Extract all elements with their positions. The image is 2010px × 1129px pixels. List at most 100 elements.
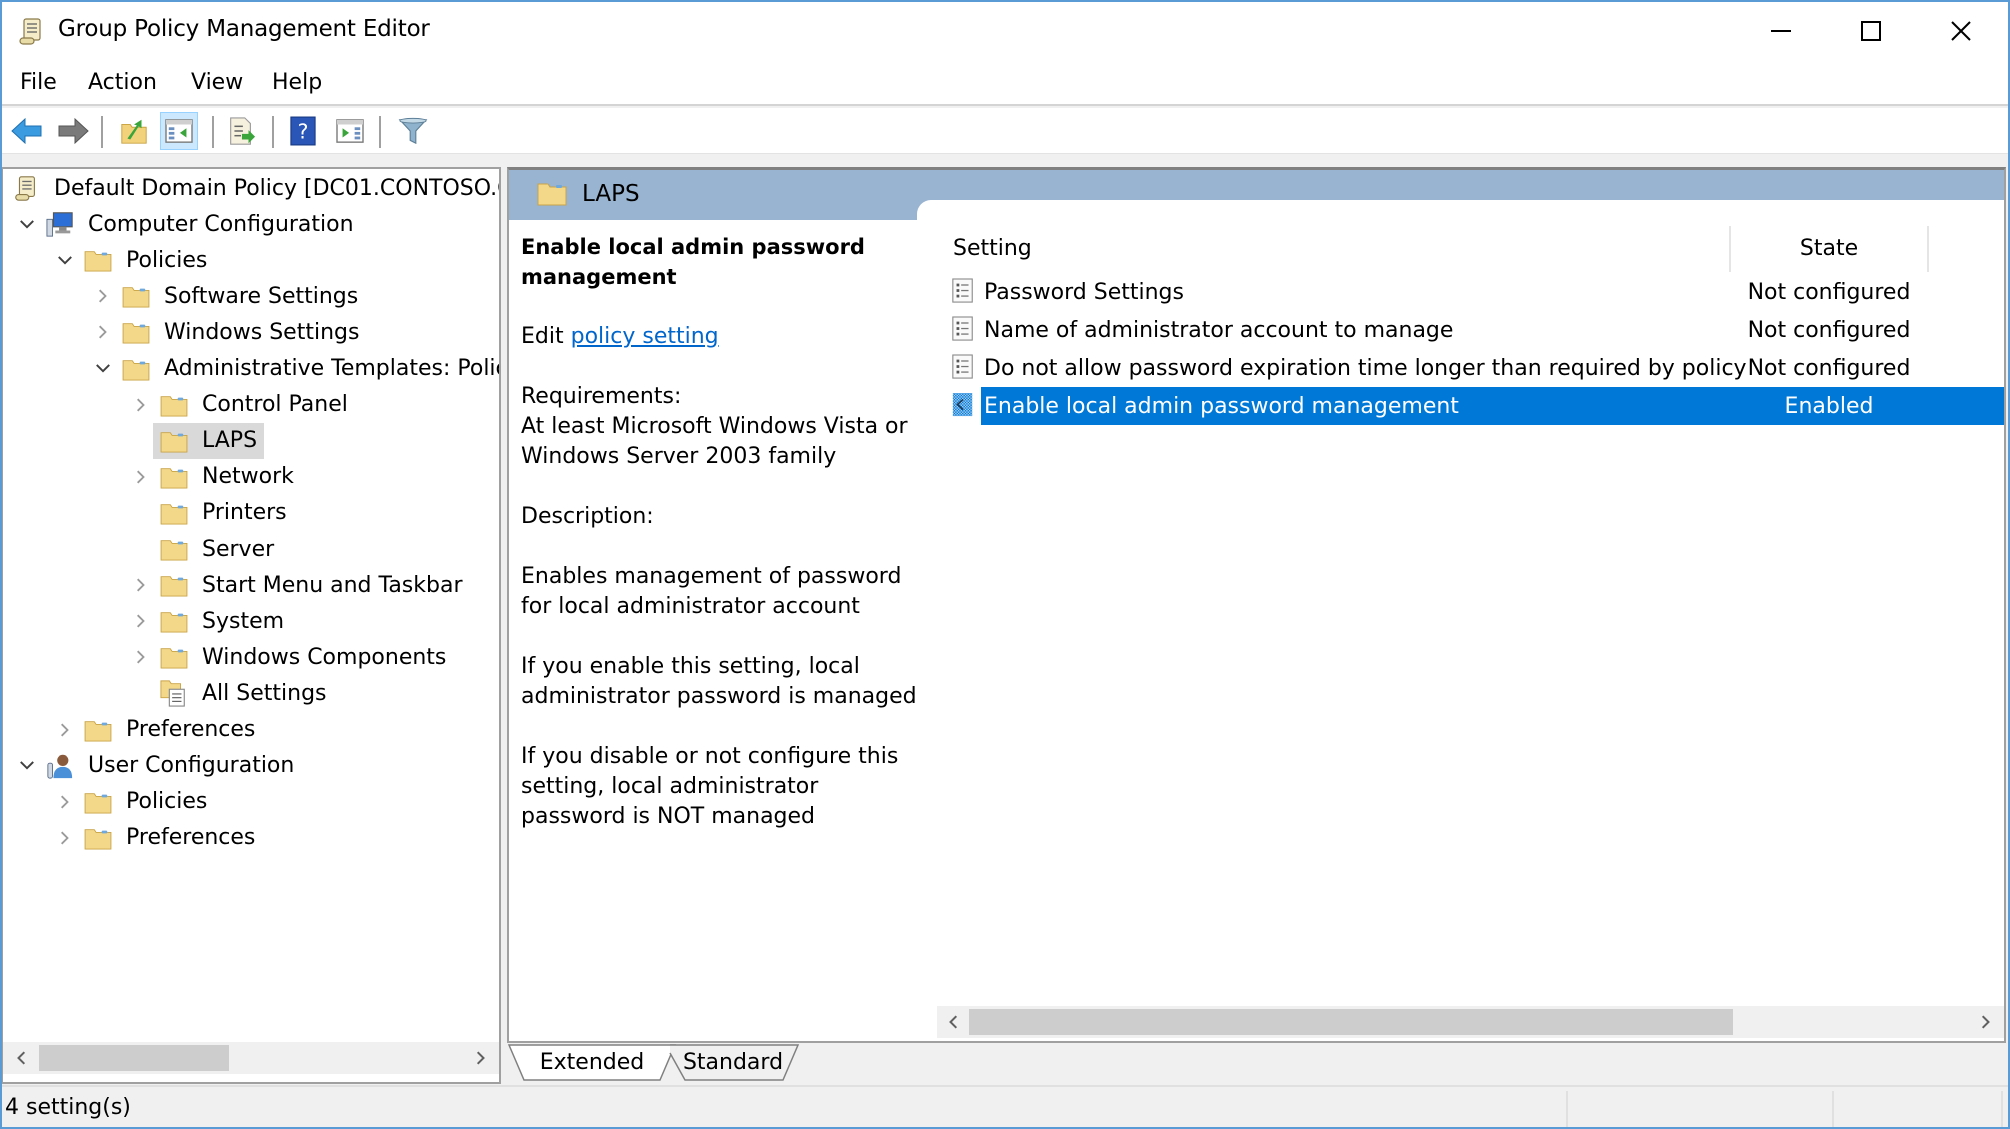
folder-icon: [159, 534, 189, 564]
tree-item-content[interactable]: Administrative Templates: Polic: [115, 351, 499, 387]
tree-item[interactable]: Computer Configuration: [15, 206, 361, 242]
chevron-down-icon[interactable]: [91, 351, 115, 387]
tab-extended[interactable]: Extended: [527, 1045, 657, 1079]
tree-item[interactable]: Control Panel: [129, 387, 355, 423]
tree-item-content[interactable]: Windows Settings: [115, 314, 366, 350]
scroll-left-button[interactable]: [937, 1006, 969, 1038]
chevron-right-icon[interactable]: [129, 567, 153, 603]
show-hide-action-pane-button[interactable]: [331, 112, 369, 150]
scroll-thumb[interactable]: [39, 1045, 229, 1071]
settings-list-row[interactable]: Password Settings Not configured: [943, 273, 2004, 311]
column-separator[interactable]: [1927, 226, 1929, 272]
tree-item[interactable]: LAPS: [129, 422, 265, 459]
requirements: Requirements: At least Microsoft Windows…: [521, 382, 921, 472]
menu-action[interactable]: Action: [86, 68, 159, 97]
tree-item-content[interactable]: Printers: [153, 495, 294, 531]
tree-item-label: Preferences: [126, 717, 256, 742]
export-list-icon: [230, 117, 256, 145]
chevron-right-icon[interactable]: [53, 784, 77, 820]
forward-button[interactable]: [54, 112, 92, 150]
tree-item[interactable]: Policies: [53, 242, 214, 278]
tree-item[interactable]: Preferences: [53, 712, 262, 748]
menu-file[interactable]: File: [18, 68, 59, 97]
export-list-button[interactable]: [222, 112, 260, 150]
tree-item-content[interactable]: Windows Components: [153, 639, 453, 675]
scroll-left-button[interactable]: [5, 1042, 37, 1074]
tree-item-content[interactable]: Server: [153, 531, 281, 567]
minimize-button[interactable]: [1736, 2, 1826, 60]
tree-item-content[interactable]: Policies: [77, 242, 214, 278]
tree-item-content[interactable]: All Settings: [153, 675, 334, 711]
edit-policy-setting-link[interactable]: policy setting: [571, 324, 719, 349]
chevron-right-icon[interactable]: [91, 314, 115, 350]
setting-state: Not configured: [1747, 317, 1911, 343]
tree-item-content[interactable]: Preferences: [77, 712, 262, 748]
tree-item-content[interactable]: Software Settings: [115, 278, 365, 314]
settings-list-row[interactable]: Name of administrator account to manage N…: [943, 311, 2004, 349]
scroll-thumb[interactable]: [969, 1009, 1733, 1035]
tree-item[interactable]: User Configuration: [15, 748, 301, 784]
close-button[interactable]: [1916, 2, 2006, 60]
chevron-down-icon[interactable]: [15, 748, 39, 784]
chevron-right-icon[interactable]: [129, 387, 153, 423]
expander-placeholder: [129, 423, 153, 459]
tree-item[interactable]: All Settings: [129, 675, 334, 711]
chevron-down-icon[interactable]: [53, 242, 77, 278]
tree-item[interactable]: Default Domain Policy [DC01.CONTOSO.C: [5, 170, 499, 206]
expander-placeholder: [129, 495, 153, 531]
scroll-right-button[interactable]: [465, 1042, 497, 1074]
tree-item[interactable]: Printers: [129, 495, 294, 531]
tree-item[interactable]: Network: [129, 459, 301, 495]
policy-scroll-icon: [16, 16, 46, 46]
chevron-right-icon[interactable]: [129, 459, 153, 495]
tree-item[interactable]: Windows Components: [129, 639, 453, 675]
tree-item-content[interactable]: Default Domain Policy [DC01.CONTOSO.C: [5, 170, 499, 206]
chevron-right-icon[interactable]: [129, 639, 153, 675]
show-hide-console-tree-button[interactable]: [160, 112, 198, 150]
tree-item[interactable]: Policies: [53, 784, 214, 820]
tree-item[interactable]: Software Settings: [91, 278, 365, 314]
settings-list-row[interactable]: Do not allow password expiration time lo…: [943, 349, 2004, 387]
scroll-right-button[interactable]: [1970, 1006, 2002, 1038]
menu-help[interactable]: Help: [270, 68, 324, 97]
description-paragraph: If you enable this setting, local admini…: [521, 654, 917, 709]
tree-item[interactable]: Administrative Templates: Polic: [91, 351, 499, 387]
tree-item-content[interactable]: System: [153, 603, 291, 639]
tree-item-content[interactable]: Start Menu and Taskbar: [153, 567, 470, 603]
tab-standard[interactable]: Standard: [677, 1045, 789, 1079]
status-text: 4 setting(s): [5, 1095, 131, 1120]
chevron-down-icon[interactable]: [15, 206, 39, 242]
tree-item-content[interactable]: Control Panel: [153, 387, 355, 423]
help-button[interactable]: ?: [284, 112, 322, 150]
column-header-setting[interactable]: Setting: [943, 226, 1729, 270]
setting-name: Do not allow password expiration time lo…: [984, 355, 1747, 381]
tree-item[interactable]: Preferences: [53, 820, 262, 856]
chevron-right-icon[interactable]: [129, 603, 153, 639]
chevron-right-icon[interactable]: [53, 820, 77, 856]
maximize-button[interactable]: [1826, 2, 1916, 60]
tree-item-content[interactable]: LAPS: [153, 422, 265, 459]
list-horizontal-scrollbar[interactable]: [937, 1006, 2004, 1038]
tree-item-content[interactable]: Policies: [77, 784, 214, 820]
menu-view[interactable]: View: [189, 68, 245, 97]
settings-list-row[interactable]: Enable local admin password management En…: [943, 387, 2004, 425]
policy-setting-icon: [951, 316, 977, 344]
tree-item[interactable]: System: [129, 603, 291, 639]
tree-item-content[interactable]: User Configuration: [39, 748, 301, 784]
up-one-level-button[interactable]: [115, 112, 153, 150]
tree-item[interactable]: Windows Settings: [91, 314, 366, 350]
tree-item-content[interactable]: Network: [153, 459, 301, 495]
back-button[interactable]: [8, 112, 46, 150]
tree-item[interactable]: Server: [129, 531, 281, 567]
folder-icon: [159, 642, 189, 672]
chevron-right-icon[interactable]: [91, 278, 115, 314]
tree-horizontal-scrollbar[interactable]: [3, 1042, 499, 1074]
tree-item-content[interactable]: Preferences: [77, 820, 262, 856]
chevron-right-icon[interactable]: [53, 712, 77, 748]
column-header-state[interactable]: State: [1731, 226, 1927, 270]
tree-item[interactable]: Start Menu and Taskbar: [129, 567, 470, 603]
maximize-icon: [1861, 21, 1881, 41]
folder-icon: [159, 606, 189, 636]
tree-item-content[interactable]: Computer Configuration: [39, 206, 361, 242]
filter-button[interactable]: [394, 112, 432, 150]
